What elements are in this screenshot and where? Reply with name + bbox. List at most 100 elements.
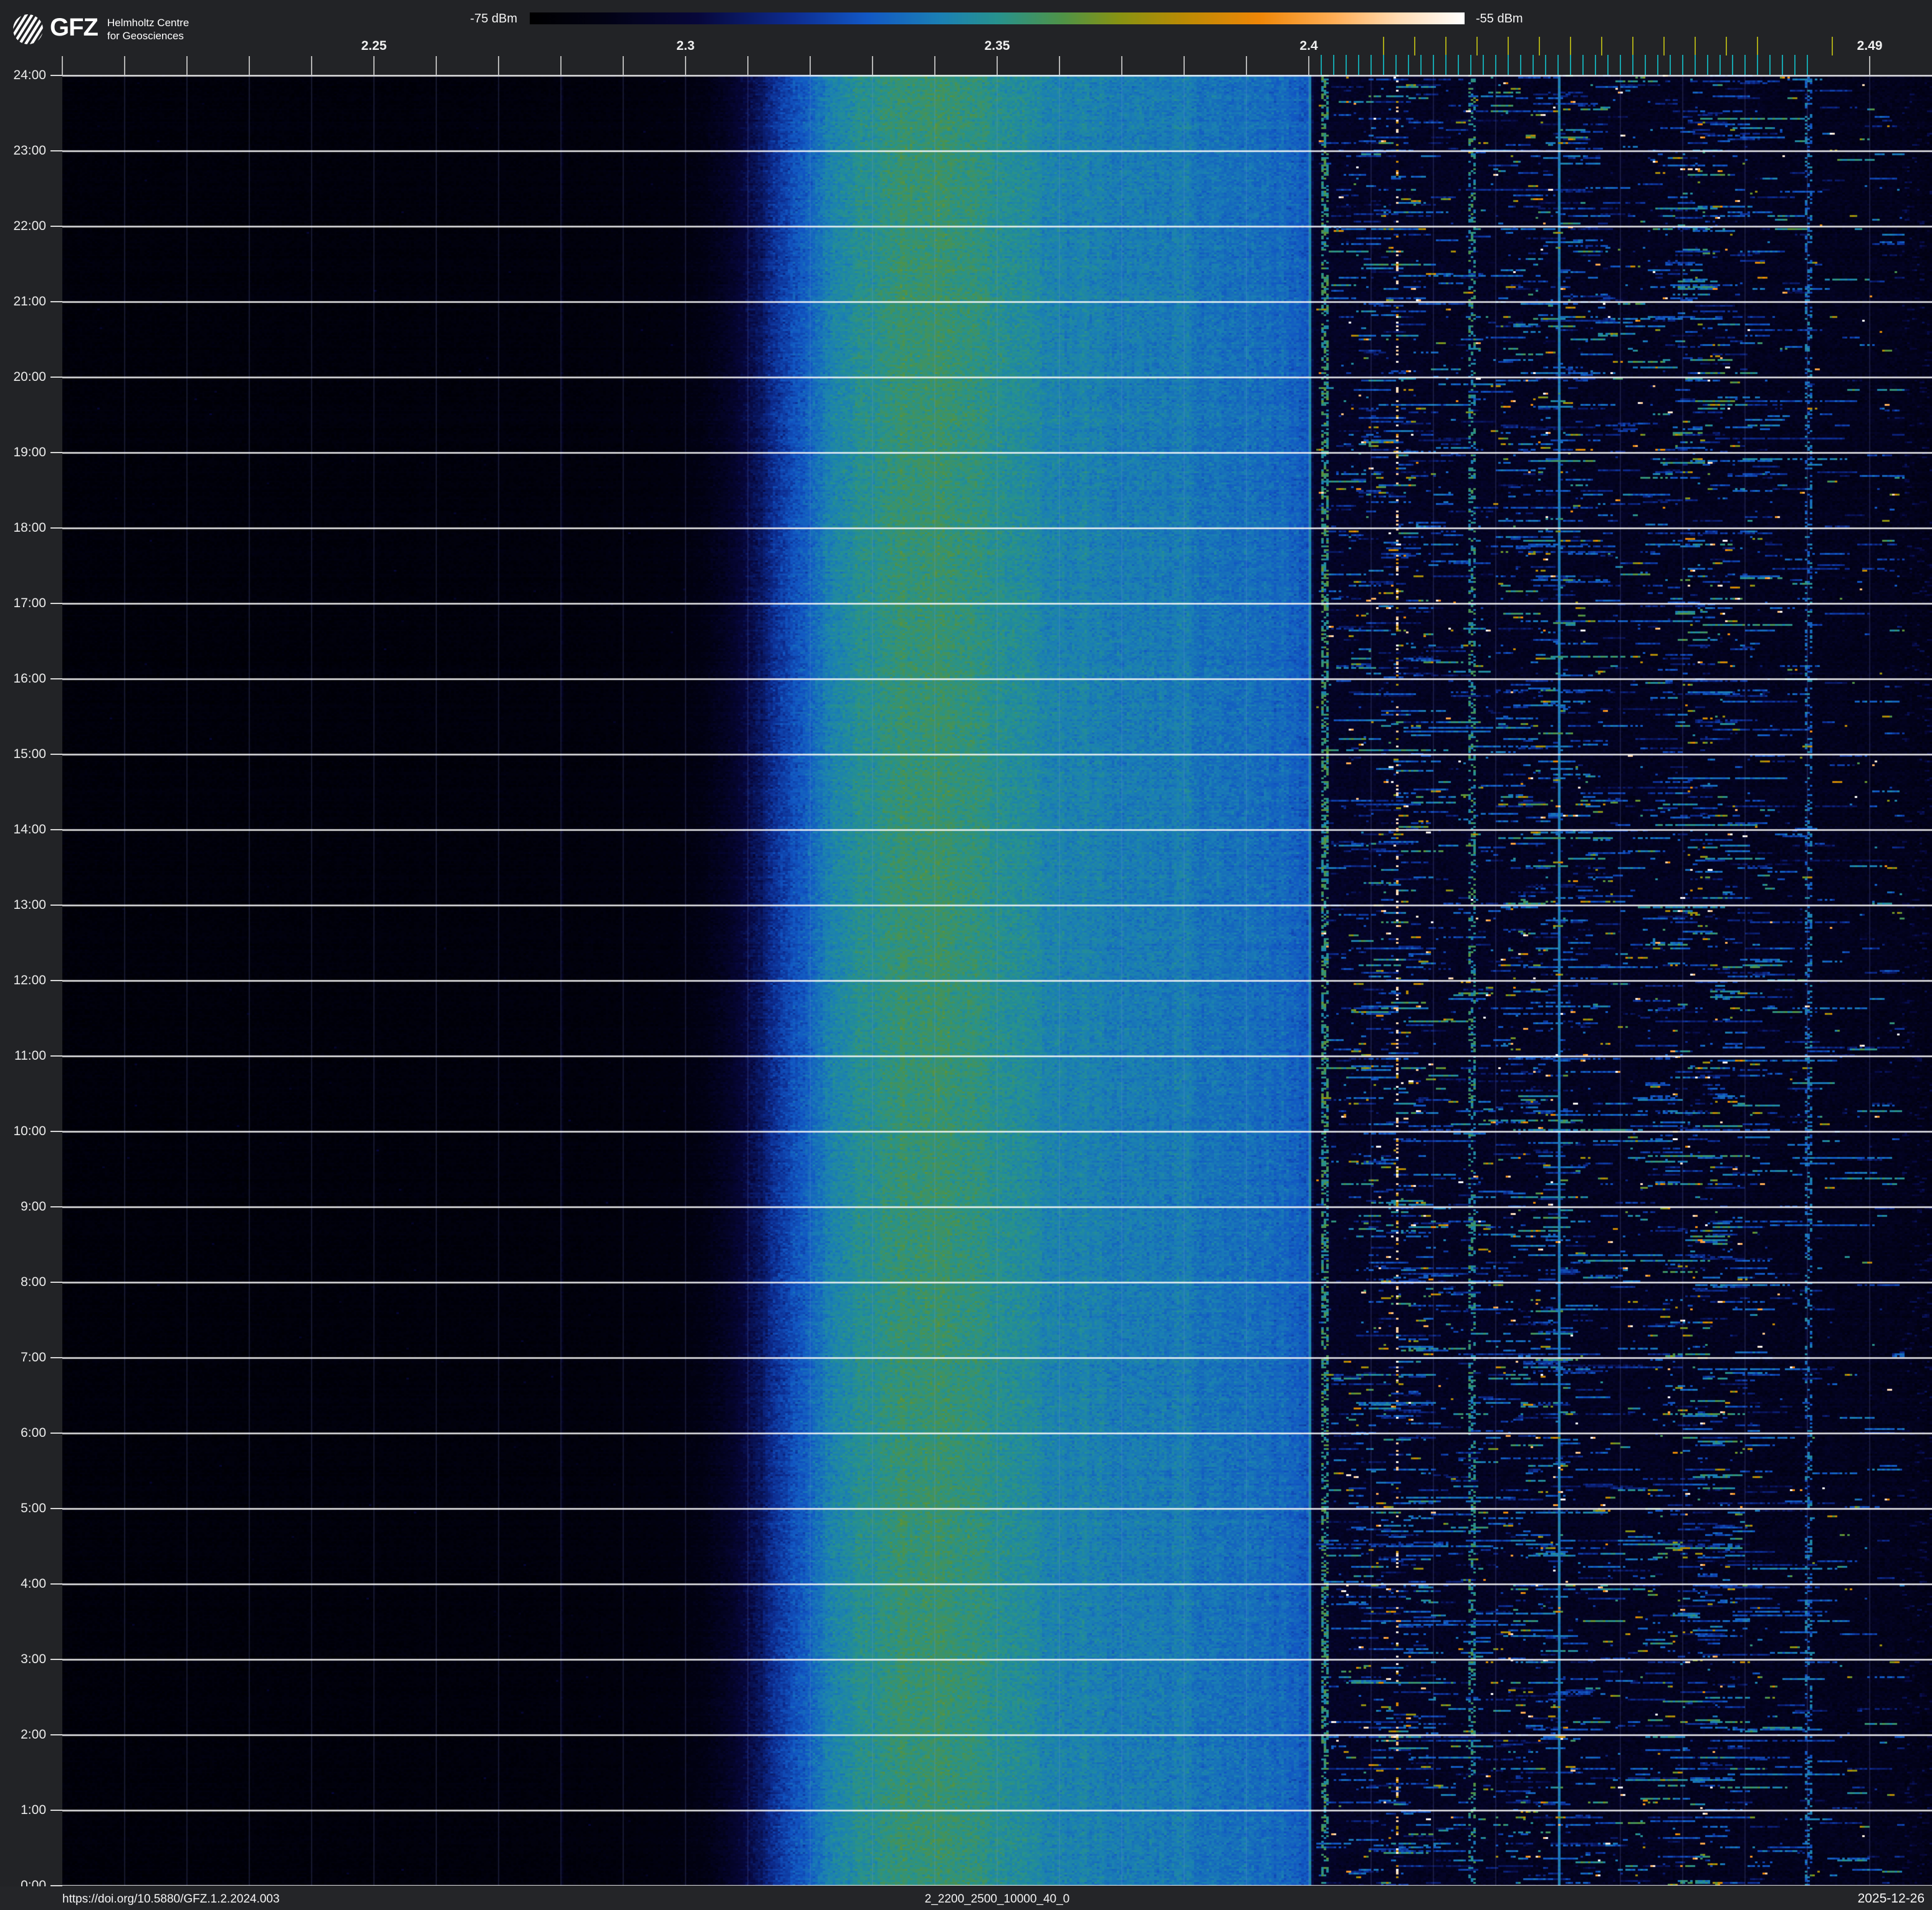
time-tick	[50, 1809, 62, 1811]
time-tick	[50, 828, 62, 830]
ble-channel-tick	[1483, 55, 1484, 75]
freq-tick-label: 2.25	[361, 39, 387, 53]
freq-minor-tick	[311, 56, 312, 75]
ble-channel-tick	[1682, 55, 1683, 75]
ble-channel-tick	[1595, 55, 1596, 75]
time-axis: 24:00 23:00 22:00 21:00 20:00 19:00 18:00 17:00…	[0, 68, 62, 1893]
time-tick	[50, 527, 62, 529]
ble-channel-tick	[1433, 55, 1434, 75]
freq-minor-tick	[498, 56, 499, 75]
ble-channel-tick	[1395, 55, 1397, 75]
time-tick-label: 18:00	[13, 520, 46, 535]
time-tick-label: 17:00	[13, 595, 46, 610]
ble-channel-tick	[1557, 55, 1559, 75]
ble-channel-tick	[1533, 55, 1534, 75]
wifi-channel-tick	[1632, 37, 1633, 55]
ble-channel-tick	[1732, 55, 1733, 75]
wifi-channel-tick	[1445, 37, 1447, 55]
time-tick-label: 21:00	[13, 294, 46, 309]
time-tick-label: 2:00	[21, 1727, 46, 1742]
ble-channel-tick	[1757, 55, 1758, 75]
freq-minor-tick	[1184, 56, 1185, 75]
freq-minor-tick	[1059, 56, 1060, 75]
freq-minor-tick	[747, 56, 748, 75]
freq-minor-tick	[934, 56, 935, 75]
wifi-channel-tick	[1476, 37, 1478, 55]
freq-minor-tick	[186, 56, 188, 75]
time-tick	[50, 1432, 62, 1434]
time-tick-label: 6:00	[21, 1425, 46, 1440]
freq-minor-tick	[436, 56, 437, 75]
time-tick-label: 22:00	[13, 218, 46, 233]
ble-channel-tick	[1670, 55, 1671, 75]
ble-channel-tick	[1470, 55, 1471, 75]
time-tick	[50, 602, 62, 604]
freq-minor-tick	[1121, 56, 1122, 75]
time-tick	[50, 1658, 62, 1660]
ble-channel-tick	[1358, 55, 1359, 75]
freq-minor-tick	[623, 56, 624, 75]
freq-minor-tick	[685, 56, 686, 75]
ble-channel-tick	[1321, 55, 1322, 75]
time-tick-label: 7:00	[21, 1350, 46, 1365]
ble-channel-tick	[1807, 55, 1808, 75]
wifi-channel-tick	[1508, 37, 1509, 55]
freq-minor-tick	[373, 56, 375, 75]
ble-channel-tick	[1769, 55, 1771, 75]
ble-channel-tick	[1645, 55, 1646, 75]
freq-minor-tick	[1308, 56, 1309, 75]
time-tick-label: 11:00	[14, 1048, 46, 1063]
time-tick-label: 23:00	[13, 143, 46, 158]
ble-channel-tick	[1520, 55, 1521, 75]
frequency-axis: 2.25 2.3 2.35 2.4 2.49	[0, 0, 1932, 75]
time-tick-label: 12:00	[13, 972, 46, 987]
freq-tick-label: 2.49	[1857, 39, 1883, 53]
freq-minor-tick	[997, 56, 998, 75]
wifi-channel-tick	[1663, 37, 1665, 55]
time-tick-label: 3:00	[21, 1651, 46, 1666]
time-tick-label: 8:00	[21, 1274, 46, 1289]
wifi-channel-tick	[1570, 37, 1571, 55]
time-tick	[50, 753, 62, 755]
time-tick-label: 13:00	[13, 897, 46, 912]
time-tick-label: 5:00	[21, 1500, 46, 1515]
ble-channel-tick	[1420, 55, 1422, 75]
ble-channel-tick	[1458, 55, 1459, 75]
freq-minor-tick	[62, 56, 63, 75]
freq-minor-tick	[560, 56, 562, 75]
time-tick	[50, 1507, 62, 1509]
ble-channel-tick	[1582, 55, 1584, 75]
ble-channel-tick	[1707, 55, 1708, 75]
ble-channel-tick	[1657, 55, 1658, 75]
wifi-channel-tick	[1757, 37, 1758, 55]
wifi-channel-tick	[1832, 37, 1833, 55]
time-tick-label: 9:00	[21, 1199, 46, 1214]
ble-channel-tick	[1495, 55, 1496, 75]
ble-channel-tick	[1782, 55, 1783, 75]
ble-channel-tick	[1794, 55, 1796, 75]
ble-channel-tick	[1744, 55, 1746, 75]
time-tick	[50, 1206, 62, 1207]
ble-channel-tick	[1607, 55, 1609, 75]
wifi-channel-tick	[1726, 37, 1727, 55]
wifi-channel-tick	[1695, 37, 1696, 55]
freq-minor-tick	[810, 56, 811, 75]
ble-channel-tick	[1620, 55, 1621, 75]
freq-tick-label: 2.4	[1299, 39, 1318, 53]
doi-text: https://doi.org/10.5880/GFZ.1.2.2024.003	[62, 1893, 280, 1906]
freq-minor-tick	[249, 56, 250, 75]
wifi-channel-tick	[1414, 37, 1415, 55]
time-tick-label: 4:00	[21, 1576, 46, 1591]
time-tick	[50, 1356, 62, 1358]
time-tick-label: 15:00	[13, 746, 46, 761]
time-tick	[50, 300, 62, 302]
ble-channel-tick	[1570, 55, 1571, 75]
ble-channel-tick	[1370, 55, 1372, 75]
time-tick	[50, 1130, 62, 1132]
time-tick	[50, 150, 62, 151]
ble-channel-tick	[1632, 55, 1633, 75]
ble-channel-tick	[1695, 55, 1696, 75]
freq-minor-tick	[1246, 56, 1247, 75]
dataset-id-text: 2_2200_2500_10000_40_0	[924, 1893, 1070, 1906]
wifi-channel-tick	[1601, 37, 1602, 55]
